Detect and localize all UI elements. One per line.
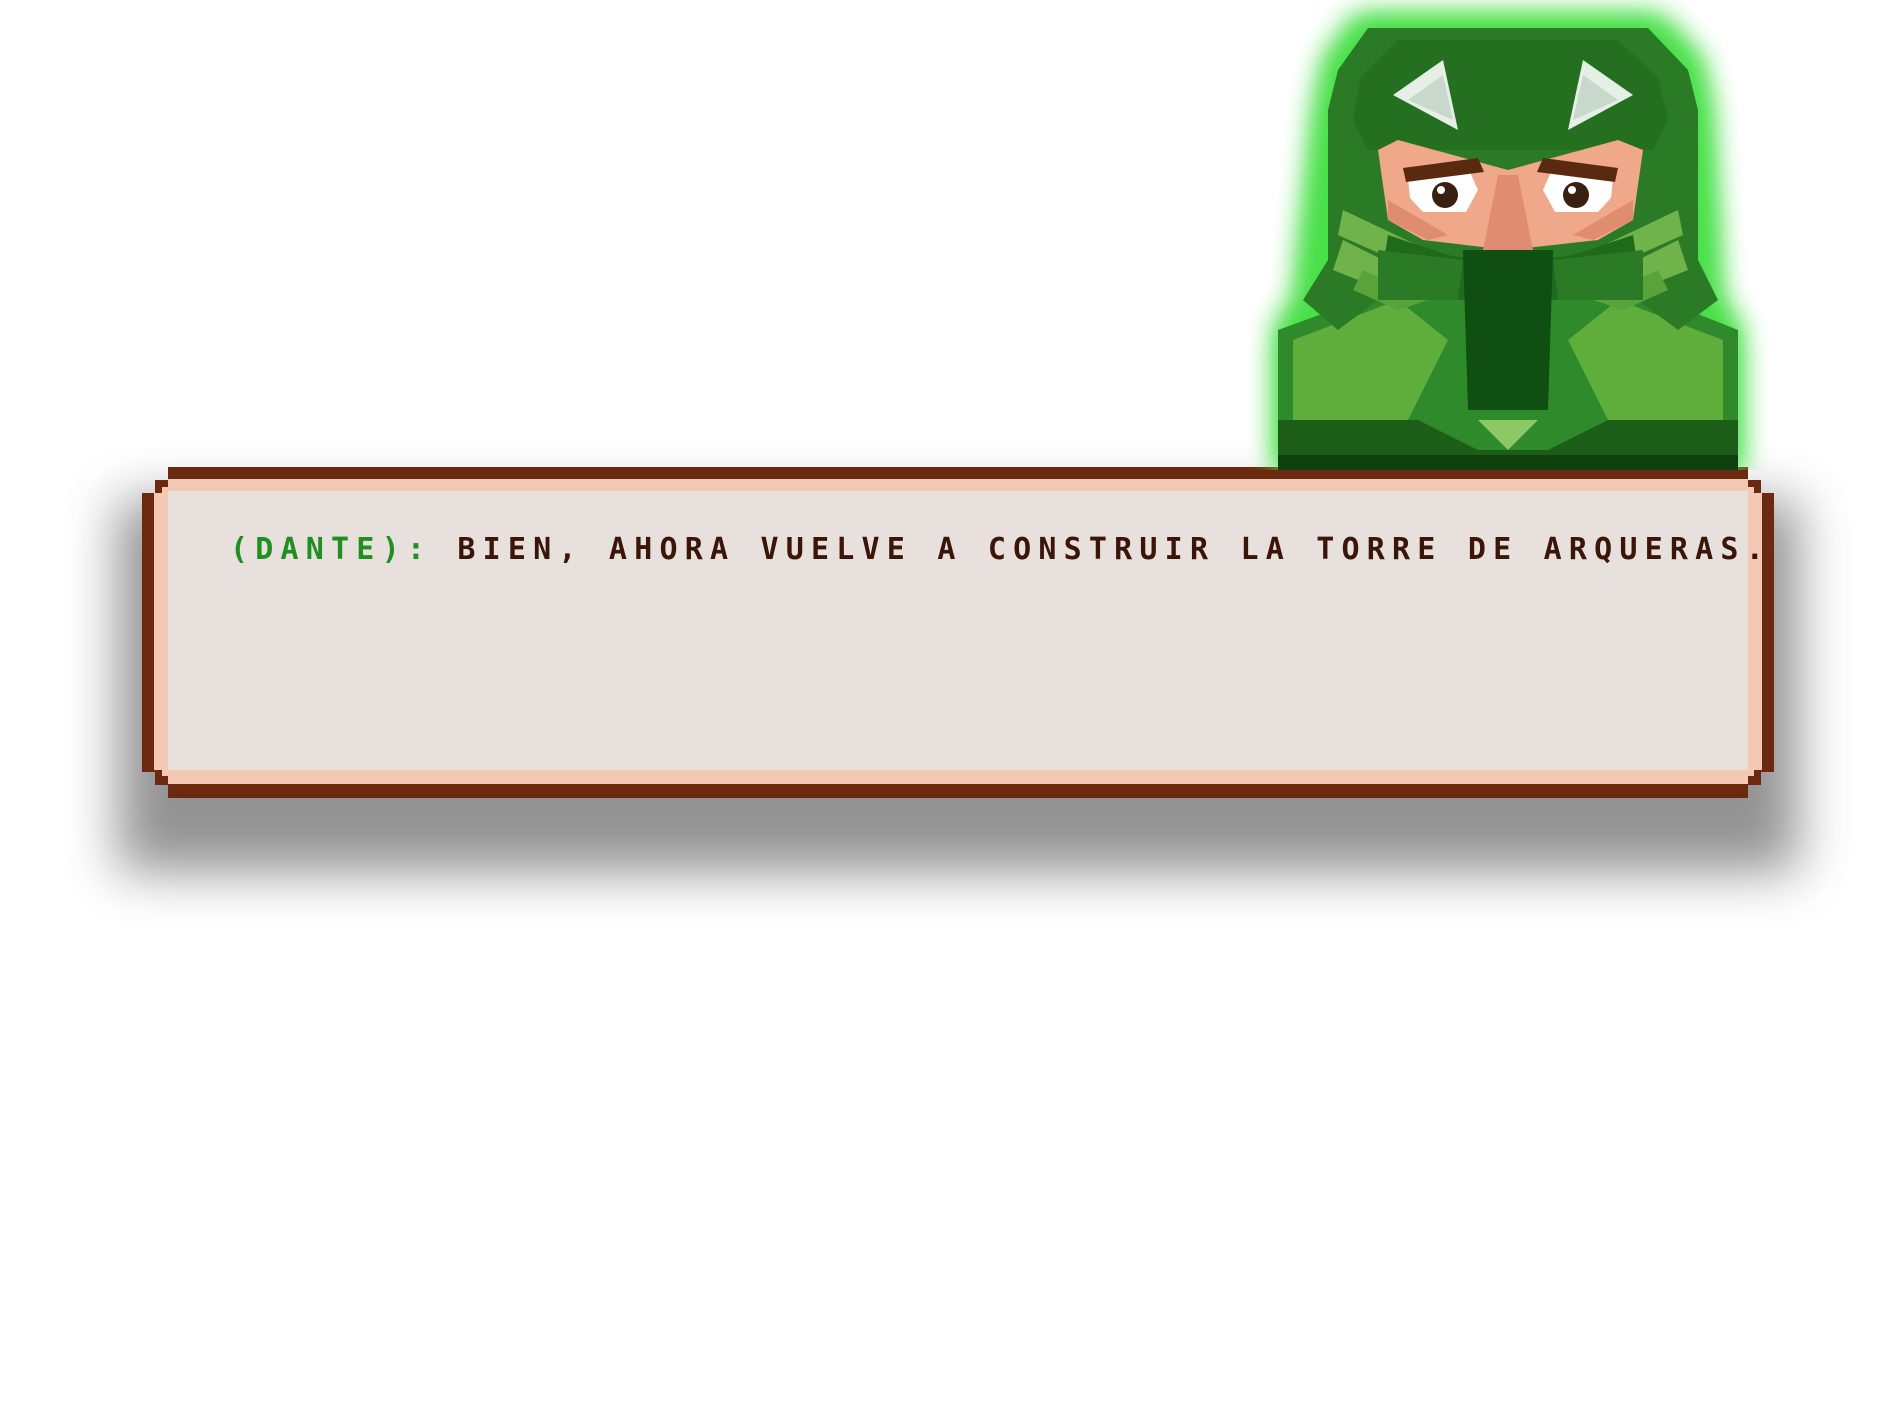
speaker-name: (DANTE): [230,532,433,567]
dialog-line: (DANTE): BIEN, AHORA VUELVE A CONSTRUIR … [230,535,1771,565]
game-scene: (DANTE): BIEN, AHORA VUELVE A CONSTRUIR … [0,0,1890,1417]
dialog-frame: (DANTE): BIEN, AHORA VUELVE A CONSTRUIR … [154,479,1762,784]
dialog-message: BIEN, AHORA VUELVE A CONSTRUIR LA TORRE … [457,532,1771,567]
masked-ninja-portrait-icon [1278,18,1738,470]
character-portrait [1248,0,1778,470]
dialog-panel: (DANTE): BIEN, AHORA VUELVE A CONSTRUIR … [168,491,1748,770]
dialog-box[interactable]: (DANTE): BIEN, AHORA VUELVE A CONSTRUIR … [142,467,1774,798]
